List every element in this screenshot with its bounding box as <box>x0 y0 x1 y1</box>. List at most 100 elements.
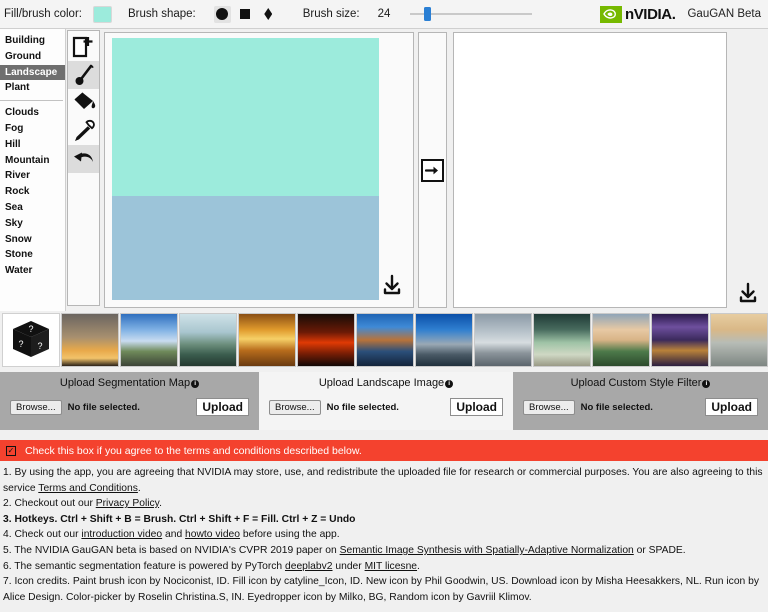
brush-size-value: 24 <box>377 8 391 20</box>
brush-shape-square-icon[interactable] <box>237 6 254 23</box>
eyedropper-button[interactable] <box>68 117 99 145</box>
terms-line-4-text-a: 4. Check out our <box>3 529 82 541</box>
fill-bucket-button[interactable] <box>68 89 99 117</box>
sidebar-item-hill[interactable]: Hill <box>0 137 65 153</box>
sidebar-item-building[interactable]: Building <box>0 33 65 49</box>
download-segmentation-icon[interactable] <box>381 274 403 301</box>
upload-button[interactable]: Upload <box>196 398 249 416</box>
style-thumbnail[interactable] <box>356 313 414 367</box>
sidebar-item-fog[interactable]: Fog <box>0 121 65 137</box>
browse-button[interactable]: Browse... <box>10 399 62 415</box>
terms-line-5-text-a: 5. The NVIDIA GauGAN beta is based on NV… <box>3 544 340 556</box>
upload-style-filter-controls: Browse... No file selected. Upload <box>513 398 768 416</box>
segmentation-label-sidebar: Building Ground Landscape Plant Clouds F… <box>0 29 66 311</box>
product-name: GauGAN Beta <box>687 8 761 20</box>
style-thumbnail[interactable] <box>415 313 473 367</box>
slider-thumb[interactable] <box>423 7 431 21</box>
output-canvas[interactable] <box>453 32 727 308</box>
random-style-icon[interactable]: ? ? ? <box>2 313 60 367</box>
upload-landscape-title-text: Upload Landscape Image <box>318 377 445 389</box>
upload-style-filter-title-text: Upload Custom Style Filter <box>570 377 702 389</box>
segmentation-region-sky[interactable] <box>112 38 379 196</box>
style-thumbnail[interactable] <box>61 313 119 367</box>
info-icon[interactable]: i <box>702 380 711 388</box>
style-thumbnail[interactable] <box>474 313 532 367</box>
nvidia-wordmark: nVIDIA. <box>624 5 676 23</box>
style-thumbnail[interactable] <box>710 313 768 367</box>
nvidia-eye-icon <box>599 5 622 23</box>
paint-brush-button[interactable] <box>68 61 99 89</box>
info-icon[interactable]: i <box>191 380 200 388</box>
terms-and-conditions-link[interactable]: Terms and Conditions <box>38 483 138 494</box>
sidebar-item-landscape[interactable]: Landscape <box>0 64 65 81</box>
tool-palette <box>67 30 100 306</box>
sidebar-item-river[interactable]: River <box>0 168 65 184</box>
upload-panels: Upload Segmentation Map i Browse... No fi… <box>0 372 768 430</box>
sidebar-item-mountain[interactable]: Mountain <box>0 153 65 169</box>
sidebar-item-snow[interactable]: Snow <box>0 232 65 248</box>
browse-button[interactable]: Browse... <box>269 399 321 415</box>
terms-line-6: 6. The semantic segmentation feature is … <box>3 559 764 575</box>
browse-button[interactable]: Browse... <box>523 399 575 415</box>
introduction-video-link[interactable]: introduction video <box>81 529 162 540</box>
brush-shape-diamond-icon[interactable] <box>260 6 277 23</box>
sidebar-item-ground[interactable]: Ground <box>0 49 65 65</box>
upload-landscape-panel: Upload Landscape Image i Browse... No fil… <box>259 372 513 430</box>
deeplabv2-link[interactable]: deeplabv2 <box>285 561 333 572</box>
mit-license-link[interactable]: MIT licesne <box>365 561 417 572</box>
style-thumbnail[interactable] <box>533 313 591 367</box>
download-output-icon[interactable] <box>737 282 759 309</box>
segmentation-region-sea[interactable] <box>112 196 379 300</box>
sidebar-item-sky[interactable]: Sky <box>0 216 65 232</box>
upload-landscape-title: Upload Landscape Image i <box>259 377 513 389</box>
segmentation-drawing[interactable] <box>112 38 379 300</box>
style-thumbnail[interactable] <box>120 313 178 367</box>
sidebar-item-plant[interactable]: Plant <box>0 80 65 96</box>
style-thumbnail[interactable] <box>238 313 296 367</box>
upload-landscape-controls: Browse... No file selected. Upload <box>259 398 513 416</box>
checkmark-icon: ✓ <box>7 445 15 455</box>
brush-size-label: Brush size: <box>302 8 360 20</box>
file-status: No file selected. <box>326 401 399 413</box>
nvidia-logo: nVIDIA. <box>599 5 676 23</box>
undo-button[interactable] <box>68 145 99 173</box>
terms-body: 1. By using the app, you are agreeing th… <box>0 461 768 606</box>
style-thumbnail[interactable] <box>651 313 709 367</box>
upload-button[interactable]: Upload <box>705 398 758 416</box>
style-thumbnail[interactable] <box>297 313 355 367</box>
run-panel <box>418 32 447 308</box>
run-arrow-button[interactable] <box>421 158 444 182</box>
howto-video-link[interactable]: howto video <box>185 529 240 540</box>
terms-line-4-text-b: and <box>162 529 186 541</box>
terms-line-2-text-a: 2. Checkout out our <box>3 498 96 510</box>
new-image-button[interactable] <box>68 33 99 61</box>
terms-line-3-hotkeys: 3. Hotkeys. Ctrl + Shift + B = Brush. Ct… <box>3 513 356 525</box>
work-area: Building Ground Landscape Plant Clouds F… <box>0 29 768 311</box>
terms-line-4: 4. Check out our introduction video and … <box>3 527 764 543</box>
spade-paper-link[interactable]: Semantic Image Synthesis with Spatially-… <box>340 545 634 556</box>
brush-shape-circle-icon[interactable] <box>213 5 231 23</box>
terms-line-6-text-c: . <box>417 560 420 572</box>
terms-line-5: 5. The NVIDIA GauGAN beta is based on NV… <box>3 543 764 559</box>
sidebar-item-clouds[interactable]: Clouds <box>0 105 65 121</box>
file-status: No file selected. <box>580 401 653 413</box>
style-thumbnail[interactable] <box>592 313 650 367</box>
upload-button[interactable]: Upload <box>450 398 503 416</box>
brush-size-slider[interactable] <box>409 6 532 22</box>
upload-segmentation-title-text: Upload Segmentation Map <box>59 377 191 389</box>
privacy-policy-link[interactable]: Privacy Policy <box>96 498 159 509</box>
agreement-checkbox[interactable]: ✓ <box>6 445 16 456</box>
sidebar-item-rock[interactable]: Rock <box>0 184 65 200</box>
terms-line-5-text-b: or SPADE. <box>633 544 686 556</box>
info-icon[interactable]: i <box>445 380 454 388</box>
style-thumbnail[interactable] <box>179 313 237 367</box>
agreement-banner: ✓ Check this box if you agree to the ter… <box>0 440 768 461</box>
svg-text:?: ? <box>18 339 23 349</box>
terms-line-1-text-b: . <box>137 482 141 494</box>
fill-color-swatch[interactable] <box>92 5 112 23</box>
sidebar-item-sea[interactable]: Sea <box>0 200 65 216</box>
segmentation-canvas[interactable] <box>104 32 414 308</box>
fill-color-label: Fill/brush color: <box>4 8 82 20</box>
sidebar-item-water[interactable]: Water <box>0 263 65 279</box>
sidebar-item-stone[interactable]: Stone <box>0 247 65 263</box>
